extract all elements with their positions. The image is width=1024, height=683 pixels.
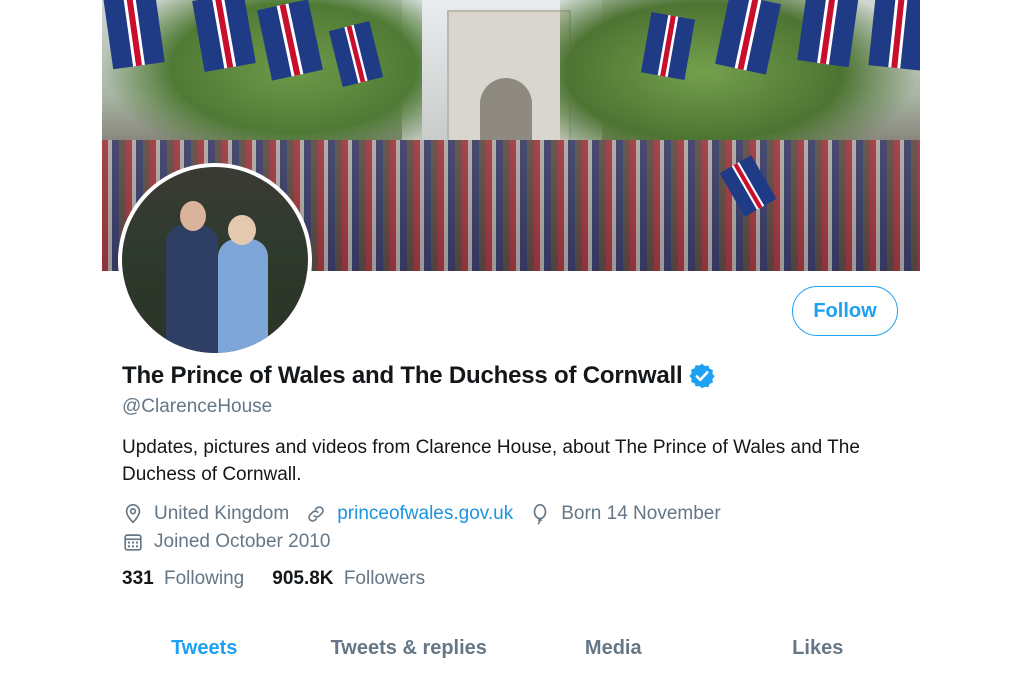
- tab-tweets[interactable]: Tweets: [102, 628, 307, 668]
- profile-tabs: Tweets Tweets & replies Media Likes: [102, 628, 920, 668]
- joined-item: Joined October 2010: [122, 531, 330, 553]
- balloon-icon: [533, 504, 547, 525]
- banner-flag: [797, 0, 859, 68]
- location-pin-icon: [125, 504, 141, 524]
- following-value: 331: [122, 568, 154, 589]
- avatar-photo: [122, 167, 308, 353]
- display-name-row: The Prince of Wales and The Duchess of C…: [122, 362, 716, 390]
- tab-likes[interactable]: Likes: [716, 628, 921, 668]
- avatar-figure-woman: [218, 239, 268, 353]
- following-label: Following: [163, 568, 245, 589]
- profile-page: Follow The Prince of Wales and The Duche…: [102, 0, 920, 683]
- banner-flag: [103, 0, 165, 70]
- calendar-icon: [124, 534, 142, 551]
- location-item: United Kingdom: [122, 503, 289, 525]
- followers-label: Followers: [343, 568, 426, 589]
- tab-media[interactable]: Media: [511, 628, 716, 668]
- birthday-item: Born 14 November: [529, 503, 721, 525]
- profile-bio: Updates, pictures and videos from Claren…: [122, 437, 860, 485]
- joined-text: Joined October 2010: [154, 531, 331, 552]
- display-name: The Prince of Wales and The Duchess of C…: [122, 362, 683, 389]
- followers-count[interactable]: 905.8K Followers: [272, 568, 425, 590]
- banner-arch-door: [480, 78, 532, 140]
- meta-row-1: United Kingdom princeofwales.gov.uk Born…: [122, 500, 737, 528]
- profile-meta: United Kingdom princeofwales.gov.uk Born…: [122, 500, 737, 556]
- avatar-figure-man: [166, 225, 218, 353]
- meta-row-2: Joined October 2010: [122, 528, 737, 556]
- verified-badge-icon: [689, 363, 716, 389]
- link-icon: [308, 506, 324, 522]
- website-item[interactable]: princeofwales.gov.uk: [305, 503, 513, 525]
- profile-handle: @ClarenceHouse: [122, 396, 273, 417]
- birthday-text: Born 14 November: [561, 503, 721, 524]
- website-link[interactable]: princeofwales.gov.uk: [337, 503, 513, 525]
- profile-avatar[interactable]: [118, 163, 312, 357]
- avatar-figure-man-head: [180, 201, 206, 231]
- tab-tweets-replies[interactable]: Tweets & replies: [307, 628, 512, 668]
- banner-flag: [868, 0, 920, 71]
- follow-button[interactable]: Follow: [792, 286, 898, 336]
- following-count[interactable]: 331 Following: [122, 568, 244, 590]
- profile-counts: 331 Following 905.8K Followers: [122, 568, 453, 590]
- location-text: United Kingdom: [154, 503, 290, 524]
- avatar-figure-woman-head: [228, 215, 256, 245]
- followers-value: 905.8K: [272, 568, 334, 589]
